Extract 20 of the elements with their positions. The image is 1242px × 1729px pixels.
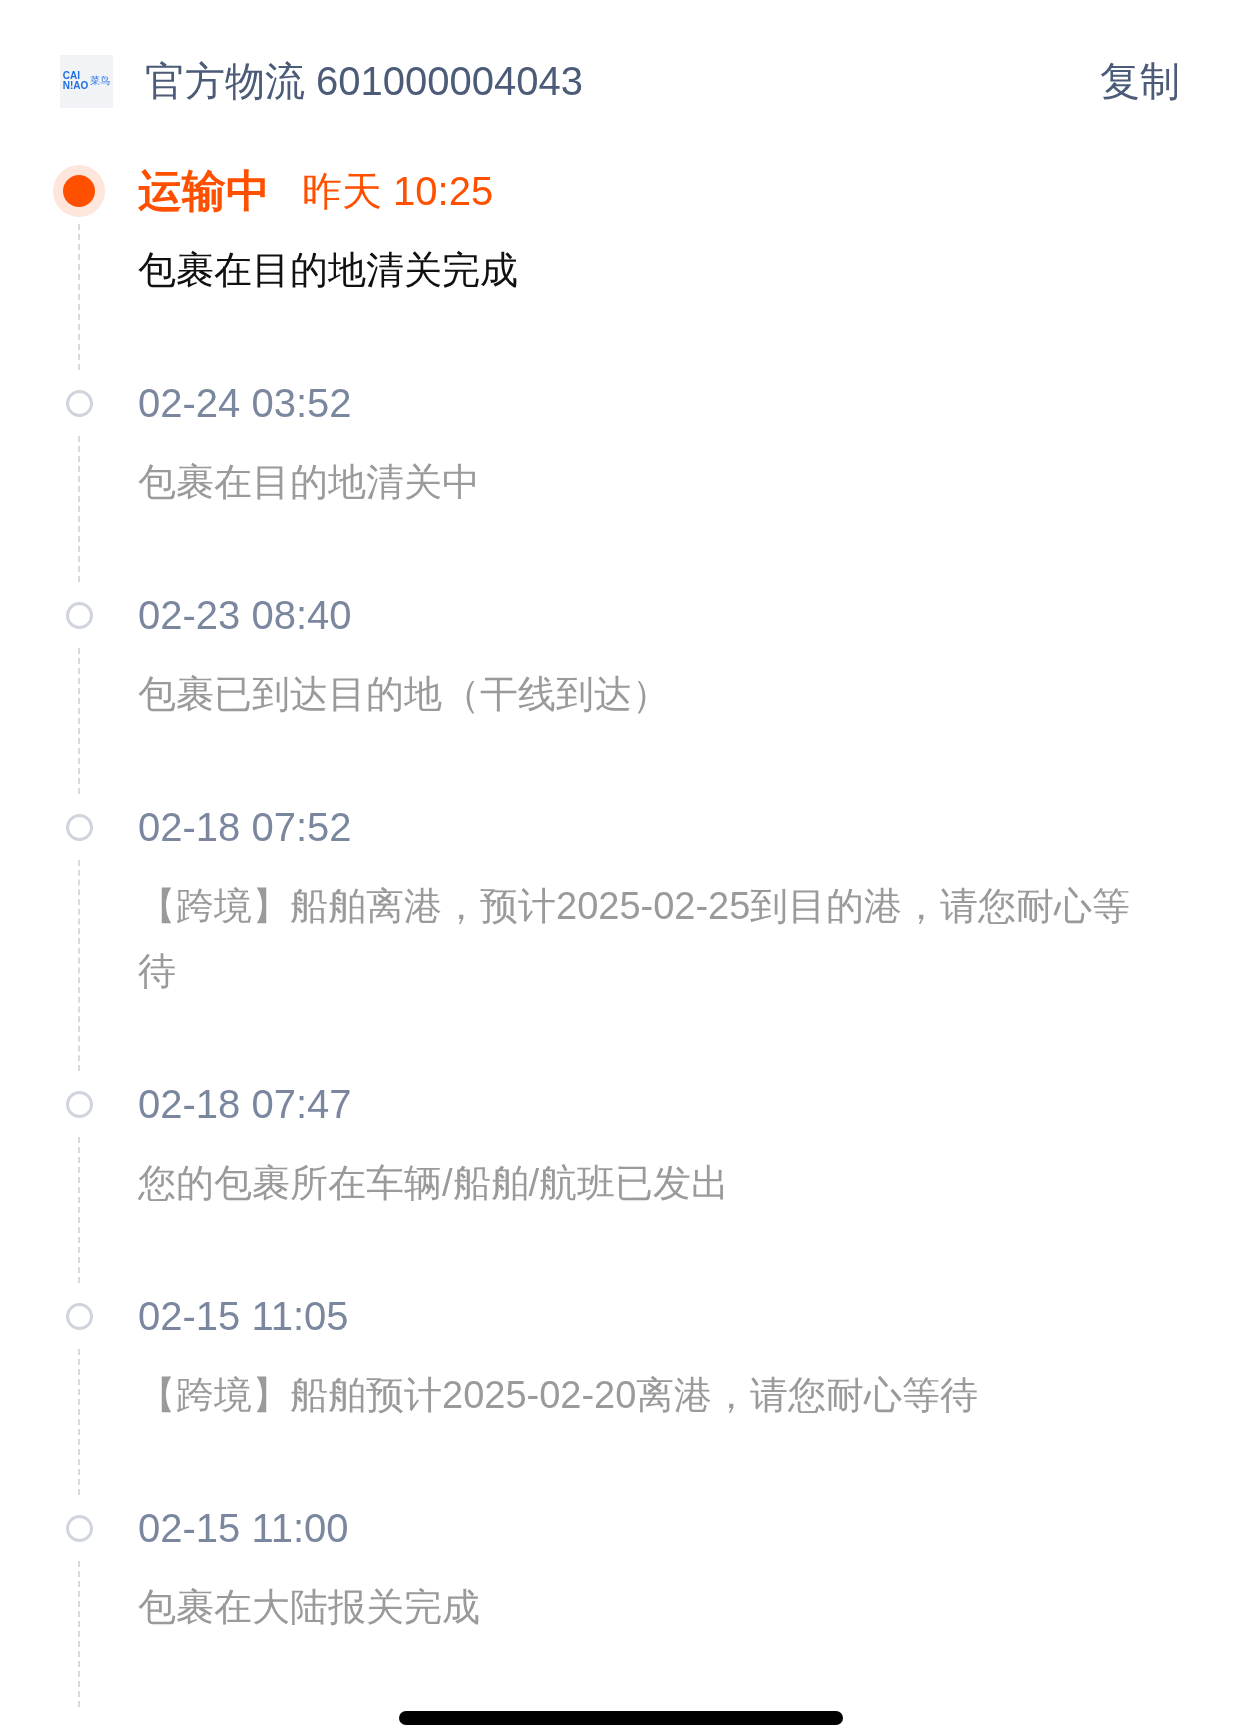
tracking-title: 官方物流 601000004043 [145, 57, 584, 105]
event-description: 【跨境】船舶离港，预计2025-02-25到目的港，请您耐心等待 [138, 884, 1132, 994]
copy-button[interactable]: 复制 [1100, 53, 1180, 109]
event-time: 02-24 03:52 [138, 380, 352, 426]
logo-text: CAI [62, 71, 81, 81]
event-time: 02-18 07:52 [138, 804, 352, 850]
event-description: 包裹在目的地清关完成 [138, 248, 519, 293]
event-time: 02-18 07:47 [138, 1081, 352, 1127]
event-description: 【跨境】船舶预计2025-02-20离港，请您耐心等待 [138, 1373, 980, 1418]
logo-text: 菜鸟 [90, 74, 111, 88]
event-time: 02-15 11:05 [138, 1293, 349, 1339]
event-time: 02-23 08:40 [138, 592, 352, 638]
event-time: 昨天 10:25 [302, 167, 494, 215]
logo-text: N!AO [62, 81, 89, 91]
event-description: 包裹在大陆报关完成 [138, 1585, 481, 1630]
event-description: 包裹已到达目的地（干线到达） [138, 672, 671, 717]
event-description: 包裹在目的地清关中 [138, 460, 481, 505]
event-description: 您的包裹所在车辆/船舶/航班已发出 [138, 1161, 731, 1206]
status-label: 运输中 [138, 164, 270, 217]
event-time: 02-15 11:00 [138, 1505, 349, 1551]
